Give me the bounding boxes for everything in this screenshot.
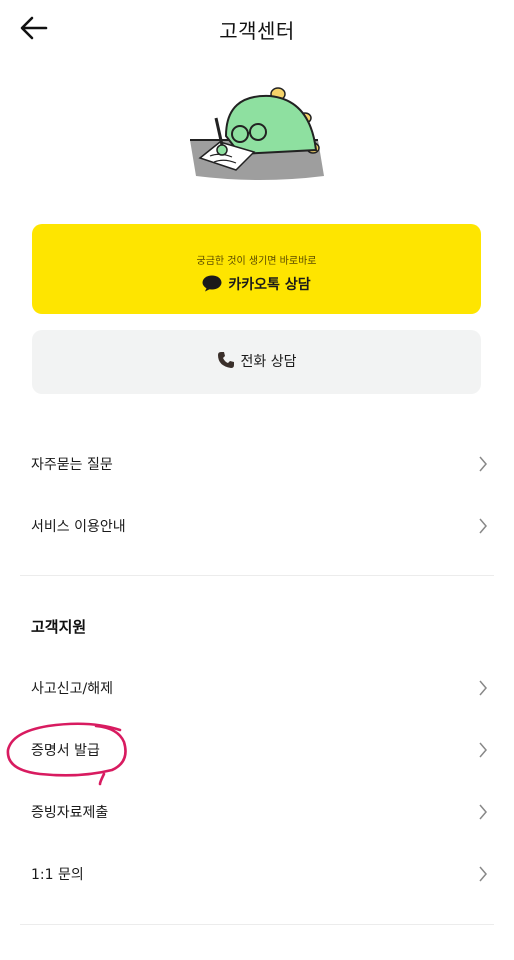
menu-item-one-on-one-inquiry[interactable]: 1:1 문의 [0, 850, 514, 898]
phone-icon [217, 352, 234, 368]
chevron-right-icon [479, 680, 487, 696]
chevron-right-icon [479, 804, 487, 820]
phone-consult-button[interactable]: 전화 상담 [32, 330, 481, 394]
menu-item-service-guide[interactable]: 서비스 이용안내 [0, 502, 514, 550]
kakao-label-row: 카카오톡 상담 [32, 274, 481, 294]
chat-bubble-icon [202, 275, 222, 292]
mascot-illustration [190, 87, 324, 180]
phone-consult-label: 전화 상담 [240, 354, 297, 370]
chevron-right-icon [479, 456, 487, 472]
menu-item-faq[interactable]: 자주묻는 질문 [0, 440, 514, 488]
menu-item-label: 사고신고/해제 [31, 681, 113, 697]
section-title-support: 고객지원 [31, 618, 87, 636]
section-divider [20, 575, 494, 576]
kakaotalk-consult-button[interactable]: 궁금한 것이 생기면 바로바로 카카오톡 상담 [32, 224, 481, 314]
app-header: 고객센터 [0, 0, 514, 60]
menu-item-label: 1:1 문의 [31, 867, 84, 883]
menu-item-label: 자주묻는 질문 [31, 457, 113, 473]
page-title: 고객센터 [219, 19, 295, 43]
menu-item-label: 증명서 발급 [31, 743, 100, 759]
menu-item-accident-report[interactable]: 사고신고/해제 [0, 664, 514, 712]
menu-item-evidence-submit[interactable]: 증빙자료제출 [0, 788, 514, 836]
menu-item-certificate-issue[interactable]: 증명서 발급 [0, 726, 514, 774]
kakao-subtitle: 궁금한 것이 생기면 바로바로 [196, 256, 317, 267]
menu-item-label: 증빙자료제출 [31, 805, 109, 821]
kakao-consult-label: 카카오톡 상담 [228, 277, 311, 293]
section-divider [20, 924, 494, 925]
chevron-right-icon [479, 866, 487, 882]
menu-item-label: 서비스 이용안내 [31, 519, 126, 535]
chevron-right-icon [479, 742, 487, 758]
chevron-right-icon [479, 518, 487, 534]
